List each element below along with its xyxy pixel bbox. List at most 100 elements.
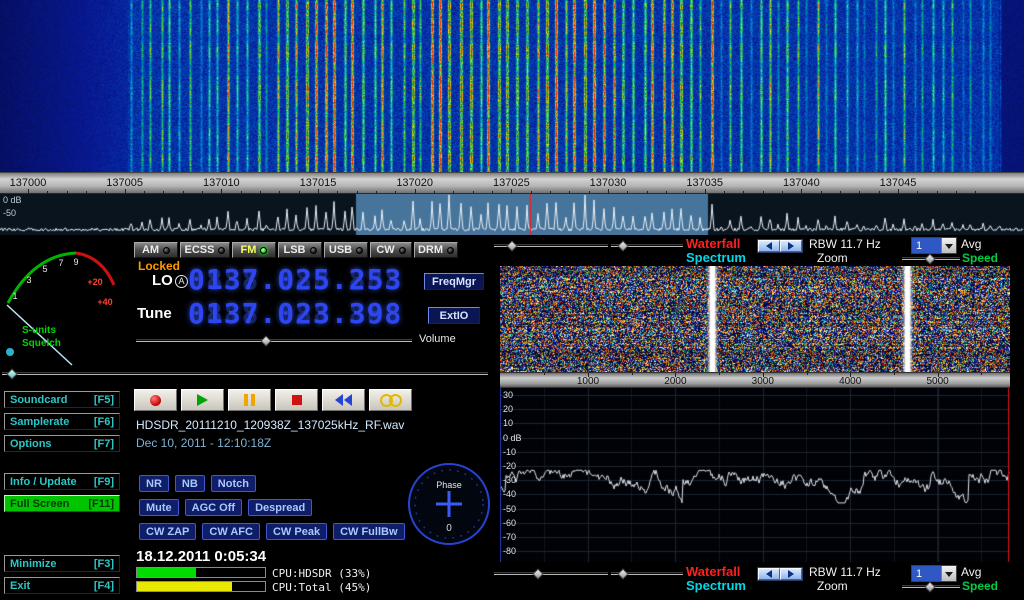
mode-button-cw[interactable]: CW xyxy=(370,242,412,258)
dsp-button-cw-fullbw[interactable]: CW FullBw xyxy=(333,523,404,540)
dropdown-arrow-icon[interactable] xyxy=(941,238,956,253)
tune-frequency-value: 0137.023.398 xyxy=(188,297,402,330)
mode-button-usb[interactable]: USB xyxy=(324,242,368,258)
af-waterfall-contrast-slider[interactable] xyxy=(611,567,683,580)
dsp-button-nr[interactable]: NR xyxy=(139,475,169,492)
zoom-right-arrow[interactable] xyxy=(780,240,802,252)
pause-icon xyxy=(244,394,255,406)
avg-label-bottom: Avg xyxy=(961,566,981,580)
tune-frequency-display[interactable]: 8888.888.888 0137.023.398 xyxy=(188,300,402,328)
extio-button[interactable]: ExtIO xyxy=(428,307,480,324)
main-waterfall-display[interactable] xyxy=(0,0,1024,172)
sidebar-button-exit[interactable]: Exit[F4] xyxy=(4,577,120,594)
main-spectrum-display[interactable]: 0 dB -50 xyxy=(0,194,1024,235)
dsp-button-cw-afc[interactable]: CW AFC xyxy=(202,523,260,540)
dropdown-arrow-icon[interactable] xyxy=(941,566,956,581)
rf-spectrum-display[interactable] xyxy=(500,388,1010,562)
pause-button[interactable] xyxy=(228,389,271,411)
mode-button-am[interactable]: AM xyxy=(134,242,178,258)
rf-freq-label: 3000 xyxy=(739,376,787,387)
mode-button-ecss[interactable]: ECSS xyxy=(180,242,230,258)
recording-date: Dec 10, 2011 - 12:10:18Z xyxy=(136,437,271,451)
speed-slider-bottom[interactable] xyxy=(902,580,960,593)
squelch-slider-handle[interactable] xyxy=(6,368,17,379)
sidebar-button-fkey: [F6] xyxy=(94,416,114,428)
spectrum-toggle[interactable]: Spectrum xyxy=(686,251,746,266)
s-meter[interactable]: 1 3 5 7 9 +20 +40 S-units Squelch xyxy=(2,239,128,367)
volume-slider[interactable] xyxy=(136,334,412,347)
sidebar-button-fkey: [F11] xyxy=(88,498,114,510)
slider-handle[interactable] xyxy=(617,240,628,251)
s-meter-scale-9: 9 xyxy=(73,257,78,267)
mode-button-label: USB xyxy=(329,244,352,256)
rbw-label: RBW 11.7 Hz xyxy=(809,238,881,252)
sidebar-button-info-update[interactable]: Info / Update[F9] xyxy=(4,473,120,490)
freq-ruler-label: 137015 xyxy=(286,177,350,189)
dsp-button-mute[interactable]: Mute xyxy=(139,499,179,516)
sidebar-button-minimize[interactable]: Minimize[F3] xyxy=(4,555,120,572)
speed-slider[interactable] xyxy=(902,252,960,265)
rf-major-tick xyxy=(763,373,764,377)
mode-button-drm[interactable]: DRM xyxy=(414,242,458,258)
slider-handle[interactable] xyxy=(532,568,543,579)
cpu-total-bar xyxy=(137,582,232,591)
speed-label: Speed xyxy=(962,252,998,266)
rf-waterfall-contrast-slider[interactable] xyxy=(611,239,683,252)
frequency-ruler[interactable]: 1370001370051370101370151370201370251370… xyxy=(0,172,1024,194)
loop-button[interactable] xyxy=(369,389,412,411)
rf-freq-label: 5000 xyxy=(914,376,962,387)
slider-handle[interactable] xyxy=(924,581,935,592)
mode-button-lsb[interactable]: LSB xyxy=(278,242,322,258)
mode-button-fm[interactable]: FM xyxy=(232,242,276,258)
main-spectrum-canvas[interactable] xyxy=(0,194,1024,235)
dsp-button-despread[interactable]: Despread xyxy=(248,499,312,516)
slider-handle[interactable] xyxy=(506,240,517,251)
af-waterfall-brightness-slider[interactable] xyxy=(494,567,608,580)
squelch-slider[interactable] xyxy=(2,368,488,380)
dsp-row-3: CW ZAP CW AFC CW Peak CW FullBw xyxy=(139,523,405,540)
rf-freq-label: 2000 xyxy=(651,376,699,387)
sidebar-button-options[interactable]: Options[F7] xyxy=(4,435,120,452)
squelch-slider-groove xyxy=(2,372,488,375)
freqmgr-button[interactable]: FreqMgr xyxy=(424,273,484,290)
avg-label: Avg xyxy=(961,238,981,252)
sidebar-button-fkey: [F3] xyxy=(94,558,114,570)
slider-handle[interactable] xyxy=(617,568,628,579)
play-button[interactable] xyxy=(181,389,224,411)
rf-waterfall-display[interactable] xyxy=(500,266,1010,372)
zoom-left-arrow[interactable] xyxy=(758,568,780,580)
dsp-button-notch[interactable]: Notch xyxy=(211,475,256,492)
rf-waterfall-brightness-slider[interactable] xyxy=(494,239,608,252)
s-meter-scale-3: 3 xyxy=(26,275,31,285)
cpu-hdsdr-label: CPU:HDSDR (33%) xyxy=(272,568,371,581)
lo-frequency-display[interactable]: 8888.888.888 0137.025.253 xyxy=(188,266,402,294)
sidebar-button-soundcard[interactable]: Soundcard[F5] xyxy=(4,391,120,408)
dsp-button-agc-off[interactable]: AGC Off xyxy=(185,499,242,516)
zoom-right-arrow[interactable] xyxy=(780,568,802,580)
freq-ruler-label: 137000 xyxy=(0,177,60,189)
freq-ruler-label: 137045 xyxy=(866,177,930,189)
rf-minor-tick xyxy=(632,373,633,375)
volume-slider-handle[interactable] xyxy=(260,335,271,346)
rf-frequency-scale[interactable]: 10002000300040005000 xyxy=(500,372,1010,388)
rf-major-tick xyxy=(850,373,851,377)
zoom-scroll-control-bottom xyxy=(757,567,803,581)
record-button[interactable] xyxy=(134,389,177,411)
dsp-button-cw-zap[interactable]: CW ZAP xyxy=(139,523,196,540)
freq-ruler-label: 137005 xyxy=(93,177,157,189)
mode-led-icon xyxy=(399,247,406,254)
stop-button[interactable] xyxy=(275,389,318,411)
rf-minor-tick xyxy=(719,373,720,375)
zoom-left-arrow[interactable] xyxy=(758,240,780,252)
sidebar-button-samplerate[interactable]: Samplerate[F6] xyxy=(4,413,120,430)
sidebar-button-full-screen[interactable]: Full Screen[F11] xyxy=(4,495,120,512)
dsp-button-cw-peak[interactable]: CW Peak xyxy=(266,523,327,540)
dsp-button-nb[interactable]: NB xyxy=(175,475,205,492)
slider-handle[interactable] xyxy=(924,253,935,264)
lo-frequency-value: 0137.025.253 xyxy=(188,263,402,296)
freq-ruler-label: 137020 xyxy=(383,177,447,189)
rewind-button[interactable] xyxy=(322,389,365,411)
phase-label: Phase xyxy=(436,480,462,490)
s-meter-scale-7: 7 xyxy=(58,258,63,268)
spectrum-toggle-bottom[interactable]: Spectrum xyxy=(686,579,746,594)
